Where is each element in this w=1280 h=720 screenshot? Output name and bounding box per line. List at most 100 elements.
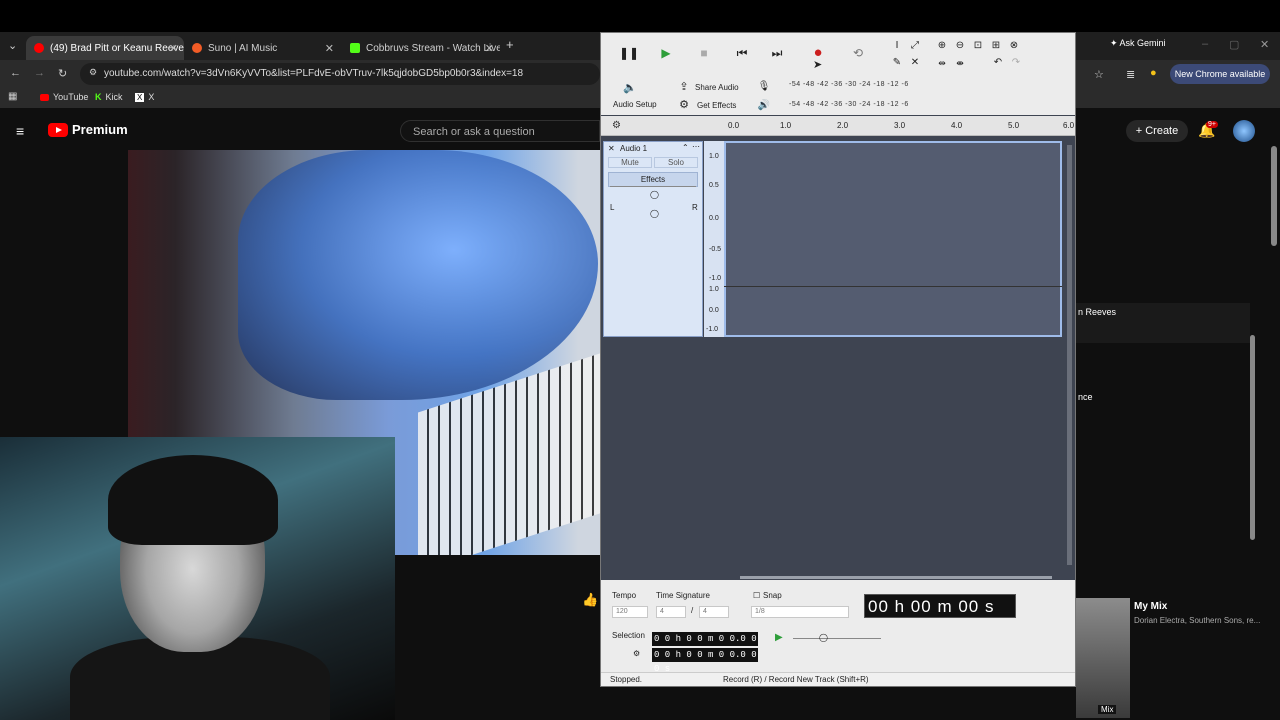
bookmark-youtube[interactable]: YouTube <box>40 92 88 102</box>
pause-button[interactable]: ❚❚ <box>618 42 640 64</box>
track-waveform-area[interactable] <box>724 141 1062 337</box>
new-chrome-available-button[interactable]: New Chrome available <box>1170 64 1270 84</box>
skip-start-button[interactable]: ⏮ <box>731 42 753 64</box>
loop-button[interactable]: ⟲ <box>847 42 869 64</box>
scale-label: 0.0 <box>709 215 719 222</box>
maximize-icon[interactable]: ▢ <box>1229 38 1239 51</box>
back-icon[interactable]: ← <box>10 67 21 79</box>
kick-icon: K <box>95 92 102 102</box>
mix-thumbnail[interactable] <box>1076 598 1130 718</box>
status-bar: Stopped. Record (R) / Record New Track (… <box>601 672 1075 686</box>
extensions-icon[interactable]: ≣ <box>1126 68 1135 81</box>
snap-select[interactable]: 1/8 <box>751 606 849 618</box>
forward-icon[interactable]: → <box>34 67 45 79</box>
close-track-icon[interactable]: ✕ <box>608 144 615 153</box>
pan-slider-thumb[interactable]: ◯ <box>650 209 659 218</box>
menu-icon[interactable]: ≡ <box>16 123 24 139</box>
tab-label: (49) Brad Pitt or Keanu Reeves <box>50 42 184 54</box>
play-speed-slider[interactable] <box>793 638 881 639</box>
effects-button[interactable]: Effects <box>608 172 698 187</box>
bookmark-kick[interactable]: K Kick <box>95 92 123 102</box>
youtube-logo[interactable]: Premium <box>48 122 128 137</box>
sidebar-scrollbar[interactable] <box>1250 335 1255 540</box>
track-menu-icon[interactable]: ⋯ <box>692 142 700 151</box>
recommended-video[interactable]: n Reeves <box>1076 303 1250 343</box>
selection-end-time[interactable]: 0 0 h 0 0 m 0 0.0 0 0 s <box>652 648 758 674</box>
reload-icon[interactable]: ↻ <box>58 67 67 80</box>
create-button[interactable]: + Create <box>1126 120 1188 142</box>
time-signature-denominator[interactable]: 4 <box>699 606 729 618</box>
track-horizontal-scrollbar[interactable] <box>740 576 1052 579</box>
selection-settings-icon[interactable]: ⚙ <box>633 649 640 658</box>
minimize-icon[interactable]: – <box>1202 38 1208 50</box>
video-frame-figure <box>238 150 598 400</box>
ruler-tick: 5.0 <box>1008 121 1020 130</box>
close-window-icon[interactable]: ✕ <box>1260 38 1269 51</box>
address-bar[interactable]: youtube.com/watch?v=3dVn6KyVVTo&list=PLF… <box>80 63 600 85</box>
collapse-track-icon[interactable]: ⌃ <box>682 143 689 152</box>
multi-tool-icon[interactable]: ✕ <box>904 52 926 74</box>
profile-icon[interactable]: ● <box>1150 67 1157 79</box>
youtube-play-icon <box>48 122 68 137</box>
stop-button[interactable]: ■ <box>693 42 715 64</box>
close-icon[interactable]: ✕ <box>169 42 178 55</box>
play-speed-thumb[interactable]: ◯ <box>819 633 828 642</box>
logo-text: Premium <box>72 122 128 137</box>
page-scrollbar[interactable] <box>1271 146 1277 246</box>
snap-checkbox[interactable]: ☐ <box>753 591 760 600</box>
avatar[interactable] <box>1233 120 1255 142</box>
search-input[interactable]: Search or ask a question <box>400 120 600 142</box>
site-info-icon[interactable]: ⚙ <box>89 67 97 78</box>
playback-meter-icon[interactable]: 🔊 <box>753 95 775 117</box>
play-button[interactable]: ▶ <box>655 42 677 64</box>
recommended-video[interactable]: nce <box>1076 388 1250 428</box>
audacity-toolbar: ❚❚ ▶ ■ ⏮ ⏭ ● ⟲ I ⤢ ✎ ✕ ⊕ ⊖ ⊡ ⊞ ⊗ ⇹ ⇼ ↶ ↷… <box>601 33 1075 115</box>
get-effects-button[interactable]: Get Effects <box>697 101 736 110</box>
time-signature-numerator[interactable]: 4 <box>656 606 686 618</box>
track-control-panel[interactable]: ✕ Audio 1 ⌃ ⋯ Mute Solo Effects ◯ L R ◯ <box>603 141 703 337</box>
bookmark-star-icon[interactable]: ☆ <box>1094 68 1104 81</box>
timeline-settings-icon[interactable]: ⚙ <box>612 120 621 131</box>
record-meter-scale[interactable]: -54 -48 -42 -36 -30 -24 -18 -12 -6 <box>789 81 909 88</box>
like-icon[interactable]: 👍 <box>582 592 598 608</box>
tab-search-icon[interactable]: ⌄ <box>8 39 17 52</box>
tab-kick[interactable]: Cobbruvs Stream - Watch Live ✕ <box>342 36 500 60</box>
snap-label: Snap <box>763 591 782 600</box>
time-signature-label: Time Signature <box>656 591 710 600</box>
ask-gemini-button[interactable]: ✦ Ask Gemini <box>1110 38 1166 49</box>
mute-button[interactable]: Mute <box>608 157 652 168</box>
apps-icon[interactable]: ▦ <box>8 91 17 102</box>
audio-setup-button[interactable]: Audio Setup <box>613 100 657 109</box>
selection-start-time[interactable]: 0 0 h 0 0 m 0 0.0 0 0 s <box>652 632 758 658</box>
skip-end-button[interactable]: ⏭ <box>766 42 788 64</box>
bookmark-x[interactable]: X X <box>135 92 154 102</box>
webcam-overlay <box>0 437 395 720</box>
gain-slider[interactable] <box>610 186 696 187</box>
track-name[interactable]: Audio 1 <box>620 144 647 153</box>
gain-slider-thumb[interactable]: ◯ <box>650 190 659 199</box>
ruler-tick: 0.0 <box>728 121 740 130</box>
effects-icon[interactable]: ⚙ <box>673 94 695 116</box>
share-audio-button[interactable]: Share Audio <box>695 83 739 92</box>
tempo-label: Tempo <box>612 591 637 600</box>
silence-icon[interactable]: ⇼ <box>949 52 971 74</box>
time-display[interactable]: 00 h 00 m 00 s <box>864 594 1016 618</box>
play-at-speed-icon[interactable]: ▶ <box>775 632 783 643</box>
playback-meter-scale[interactable]: -54 -48 -42 -36 -30 -24 -18 -12 -6 <box>789 101 909 108</box>
close-icon[interactable]: ✕ <box>485 42 494 55</box>
close-icon[interactable]: ✕ <box>325 42 334 55</box>
create-label: Create <box>1145 125 1179 137</box>
redo-icon[interactable]: ↷ <box>1005 52 1027 74</box>
selection-label: Selection <box>612 631 645 640</box>
mix-title[interactable]: My Mix <box>1134 601 1167 612</box>
tempo-input[interactable]: 120 <box>612 606 648 618</box>
solo-button[interactable]: Solo <box>654 157 698 168</box>
speaker-icon[interactable]: 🔈 <box>619 77 641 99</box>
youtube-icon <box>40 93 49 101</box>
track-vertical-scrollbar[interactable] <box>1067 145 1072 565</box>
pan-right-label: R <box>692 203 698 212</box>
tab-youtube[interactable]: (49) Brad Pitt or Keanu Reeves ✕ <box>26 36 184 60</box>
new-tab-button[interactable]: + <box>506 37 514 52</box>
video-title: nce <box>1078 392 1093 402</box>
tab-suno[interactable]: Suno | AI Music ✕ <box>184 36 340 60</box>
